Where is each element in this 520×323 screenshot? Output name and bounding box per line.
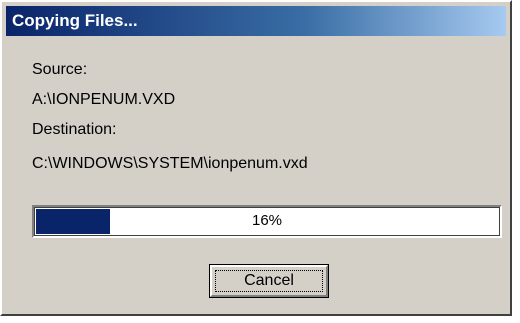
copy-dialog: Copying Files... Source: A:\IONPENUM.VXD… — [0, 0, 512, 316]
dialog-title: Copying Files... — [12, 11, 138, 30]
cancel-button-label: Cancel — [215, 270, 323, 292]
source-label: Source: — [32, 61, 88, 78]
title-bar[interactable]: Copying Files... — [6, 6, 506, 36]
copy-progress-bar: 16% — [32, 205, 502, 238]
destination-label: Destination: — [32, 121, 117, 138]
cancel-button[interactable]: Cancel — [209, 264, 329, 298]
progress-percent: 16% — [251, 212, 283, 229]
destination-path: C:\WINDOWS\SYSTEM\ionpenum.vxd — [32, 155, 308, 172]
source-path: A:\IONPENUM.VXD — [32, 91, 176, 108]
